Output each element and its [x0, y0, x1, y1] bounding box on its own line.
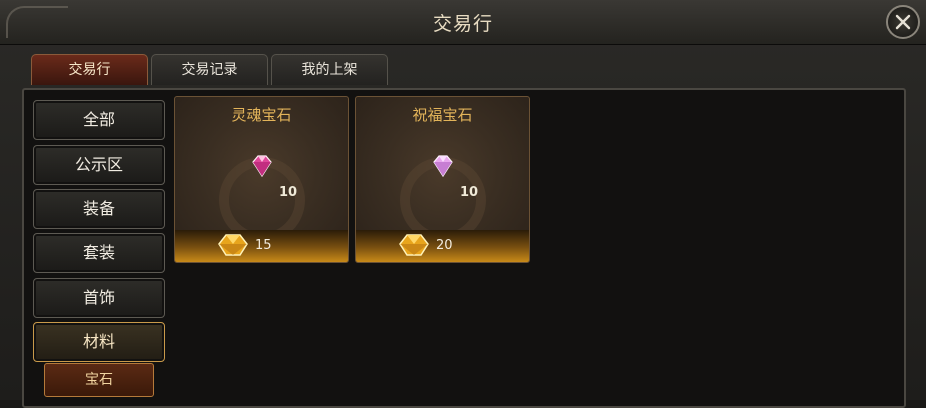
item-quantity: 10	[460, 185, 479, 200]
price-bar: 20	[356, 230, 529, 262]
item-name: 灵魂宝石	[231, 106, 292, 124]
category-all[interactable]: 全部	[33, 100, 165, 140]
pink-gem-icon	[251, 155, 272, 178]
price-bar: 15	[175, 230, 348, 262]
violet-gem-icon	[432, 155, 453, 178]
gold-ingot-icon	[399, 234, 429, 256]
close-icon	[895, 14, 911, 30]
item-name: 祝福宝石	[412, 106, 473, 124]
close-button[interactable]	[886, 5, 920, 39]
gold-ingot-icon	[218, 234, 248, 256]
window-title: 交易行	[432, 13, 493, 35]
tab-trade[interactable]: 交易行	[31, 54, 148, 85]
category-equipment[interactable]: 装备	[33, 189, 165, 229]
item-card[interactable]: 灵魂宝石 10 15	[174, 96, 349, 263]
item-card[interactable]: 祝福宝石 10 20	[355, 96, 530, 263]
subcategory-gems[interactable]: 宝石	[44, 363, 154, 397]
tab-my-listings[interactable]: 我的上架	[271, 54, 388, 85]
category-sets[interactable]: 套装	[33, 233, 165, 273]
category-materials[interactable]: 材料	[33, 322, 165, 362]
item-quantity: 10	[279, 185, 298, 200]
trade-window: 交易行 交易行 交易记录 我的上架 全部 公示区 装备 套装 首饰 材料 宝石 …	[0, 0, 926, 408]
title-bar: 交易行	[0, 0, 926, 45]
category-jewelry[interactable]: 首饰	[33, 278, 165, 318]
item-price: 20	[436, 238, 453, 253]
tab-trade-history[interactable]: 交易记录	[151, 54, 268, 85]
category-public[interactable]: 公示区	[33, 145, 165, 185]
item-price: 15	[255, 238, 272, 253]
